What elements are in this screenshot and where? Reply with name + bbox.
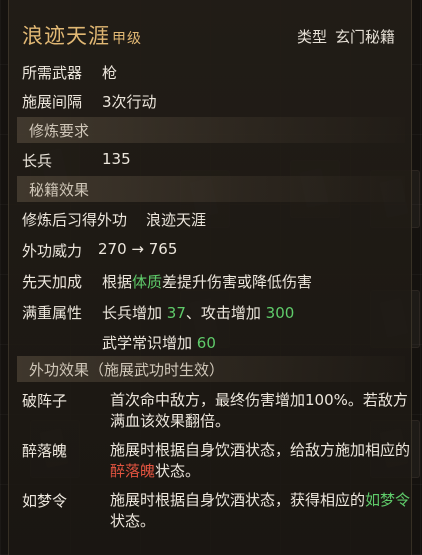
pre-bonus-label: 先天加成 xyxy=(22,273,83,291)
outer-effect-text-1: 首次命中敌方，最终伤害增加100%。若敌方满血该效果翻倍。 xyxy=(110,391,408,430)
outer-effects-section-header: 外功效果（施展武功时生效） xyxy=(17,356,405,382)
power-label: 外功威力 xyxy=(22,242,83,260)
requirements-title: 修炼要求 xyxy=(29,122,90,140)
outer-effect-3-text-a: 施展时根据自身饮酒状态，获得相应的 xyxy=(110,491,366,509)
full-weight-text-b: 、攻击增加 xyxy=(185,304,266,322)
pre-bonus-text-1: 根据 xyxy=(102,273,133,291)
full-weight-text-c: 武学常识增加 xyxy=(102,334,197,352)
weapon-value: 枪 xyxy=(102,64,118,82)
outer-effect-label-2: 醉落魄 xyxy=(22,442,68,460)
full-weight-text-a: 长兵增加 xyxy=(102,304,167,322)
outer-effect-3-status: 如梦令 xyxy=(365,491,411,509)
requirement-value: 135 xyxy=(102,150,131,168)
pre-bonus-attribute: 体质 xyxy=(132,273,163,291)
weapon-label: 所需武器 xyxy=(22,64,83,82)
full-weight-label: 满重属性 xyxy=(22,304,83,322)
effects-section-header: 秘籍效果 xyxy=(17,176,405,202)
outer-effect-label-1: 破阵子 xyxy=(22,392,68,410)
type-label: 类型 xyxy=(296,28,327,46)
learned-label: 修炼后习得外功 xyxy=(22,211,128,229)
skill-tooltip: 浪迹天涯 甲级 类型 玄门秘籍 所需武器 枪 施展间隔 3次行动 修炼要求 长兵 1… xyxy=(8,0,412,555)
skill-type: 类型 玄门秘籍 xyxy=(297,26,395,47)
type-value: 玄门秘籍 xyxy=(334,28,395,46)
full-weight-line1: 长兵增加 37、攻击增加 300 xyxy=(102,302,294,323)
power-value: 270 → 765 xyxy=(98,240,178,258)
effects-title: 秘籍效果 xyxy=(29,181,90,199)
outer-effects-title: 外功效果（施展武功时生效） xyxy=(29,361,225,379)
full-weight-line2: 武学常识增加 60 xyxy=(102,332,216,353)
skill-name: 浪迹天涯 xyxy=(22,24,110,48)
requirements-section-header: 修炼要求 xyxy=(17,117,405,143)
learned-value: 浪迹天涯 xyxy=(146,211,207,229)
pre-bonus-text-2: 差提升伤害或降低伤害 xyxy=(162,273,313,291)
outer-effect-3-text-b: 状态。 xyxy=(110,512,156,530)
full-weight-num-c: 60 xyxy=(196,334,216,352)
outer-effect-label-3: 如梦令 xyxy=(22,492,68,510)
skill-grade: 甲级 xyxy=(112,31,142,47)
pre-bonus-value: 根据体质差提升伤害或降低伤害 xyxy=(102,271,312,292)
tooltip-header: 浪迹天涯 甲级 类型 玄门秘籍 xyxy=(9,12,411,52)
interval-value: 3次行动 xyxy=(102,93,157,111)
requirement-label: 长兵 xyxy=(22,152,53,170)
outer-effect-2-text-a: 施展时根据自身饮酒状态，给敌方施加相应的 xyxy=(110,441,411,459)
outer-effect-2-text-b: 状态。 xyxy=(155,462,201,480)
outer-effect-text-3: 施展时根据自身饮酒状态，获得相应的如梦令状态。 xyxy=(110,490,416,532)
full-weight-num-b: 300 xyxy=(265,304,295,322)
full-weight-num-a: 37 xyxy=(166,304,186,322)
outer-effect-2-status: 醉落魄 xyxy=(110,462,156,480)
interval-label: 施展间隔 xyxy=(22,93,83,111)
outer-effect-text-2: 施展时根据自身饮酒状态，给敌方施加相应的醉落魄状态。 xyxy=(110,440,416,482)
skill-title: 浪迹天涯 甲级 xyxy=(22,20,142,50)
